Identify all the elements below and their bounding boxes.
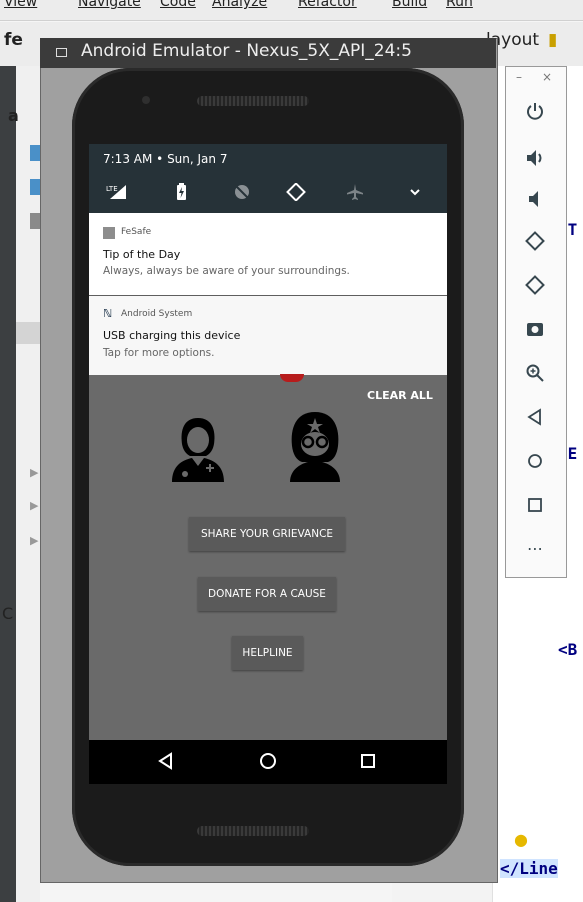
notification-text: Tap for more options. xyxy=(103,347,215,359)
menu-refactor[interactable]: Refactor xyxy=(298,0,357,10)
expand-arrow-icon[interactable]: ▶ xyxy=(30,466,38,479)
volume-up-icon[interactable] xyxy=(524,147,546,169)
fesafe-app-icon xyxy=(103,227,115,239)
rotate-right-icon[interactable] xyxy=(524,274,546,296)
top-speaker xyxy=(197,96,309,106)
tool-window-strip xyxy=(0,66,16,902)
front-camera-icon xyxy=(142,96,150,104)
auto-rotate-icon[interactable] xyxy=(285,182,307,202)
status-datetime: 7:13 AM • Sun, Jan 7 xyxy=(103,152,227,166)
power-icon[interactable] xyxy=(524,100,546,122)
menu-build[interactable]: Build xyxy=(392,0,427,10)
bottom-speaker xyxy=(197,826,309,836)
airplane-mode-icon[interactable] xyxy=(344,183,366,201)
donate-button[interactable]: DONATE FOR A CAUSE xyxy=(198,577,336,611)
home-icon[interactable] xyxy=(259,752,277,774)
folder-icon xyxy=(30,179,40,195)
more-icon[interactable]: ⋯ xyxy=(524,538,546,560)
notification-android-system[interactable]: ℕ Android System USB charging this devic… xyxy=(89,296,447,375)
notification-app-name: Android System xyxy=(121,309,193,319)
back-icon[interactable] xyxy=(524,406,546,428)
status-time: 7:13 AM xyxy=(103,152,153,166)
svg-text:LTE: LTE xyxy=(106,185,118,193)
menu-analyze[interactable]: Analyze xyxy=(212,0,267,10)
helpline-button[interactable]: HELPLINE xyxy=(232,636,303,670)
camera-icon[interactable] xyxy=(524,318,546,340)
close-icon[interactable]: × xyxy=(542,70,552,84)
app-content-dimmed xyxy=(89,374,447,740)
notification-fesafe[interactable]: FeSafe Tip of the Day Always, always be … xyxy=(89,213,447,295)
menu-run[interactable]: Run xyxy=(446,0,473,10)
xml-file-icon: ▮ xyxy=(548,30,558,50)
woman-doctor-icon[interactable] xyxy=(168,414,228,482)
volume-down-icon[interactable] xyxy=(524,188,546,210)
status-separator: • xyxy=(156,152,164,166)
zoom-icon[interactable] xyxy=(524,362,546,384)
folder-icon xyxy=(30,145,40,161)
home-icon[interactable] xyxy=(524,450,546,472)
battery-charging-icon[interactable] xyxy=(170,183,192,201)
emulator-titlebar[interactable]: Android Emulator - Nexus_5X_API_24:5 xyxy=(40,38,496,68)
project-pane: a ▶ ▶ ▶ C xyxy=(2,66,40,902)
expand-arrow-icon[interactable]: ▶ xyxy=(30,499,38,512)
menu-view[interactable]: View xyxy=(4,0,37,10)
back-icon[interactable] xyxy=(158,752,174,774)
breadcrumb-project[interactable]: fe xyxy=(4,30,23,50)
notification-text: Always, always be aware of your surround… xyxy=(103,265,350,277)
menu-code[interactable]: Code xyxy=(160,0,196,10)
menu-navigate[interactable]: Navigate xyxy=(78,0,141,10)
project-tree-item[interactable]: C xyxy=(2,604,13,623)
emulator-title: Android Emulator - Nexus_5X_API_24:5 xyxy=(81,41,412,61)
expand-arrow-icon[interactable]: ▶ xyxy=(30,534,38,547)
notification-title: USB charging this device xyxy=(103,329,241,342)
superwoman-icon[interactable] xyxy=(282,410,348,482)
status-date: Sun, Jan 7 xyxy=(167,152,228,166)
notification-app-name: FeSafe xyxy=(121,227,152,237)
lte-signal-icon[interactable]: LTE xyxy=(106,183,128,201)
window-menu-icon[interactable] xyxy=(56,48,67,57)
ide-menubar: View Navigate Code Analyze Refactor Buil… xyxy=(0,0,583,21)
minimize-icon[interactable]: – xyxy=(516,70,522,84)
recents-icon[interactable] xyxy=(360,752,376,774)
android-system-icon: ℕ xyxy=(103,307,113,320)
clear-all-button[interactable]: CLEAR ALL xyxy=(367,389,433,402)
selected-tree-row[interactable] xyxy=(16,322,40,344)
notification-title: Tip of the Day xyxy=(103,248,181,261)
lightbulb-icon[interactable]: ● xyxy=(514,830,528,849)
code-line-linearlayout-close[interactable]: </Line xyxy=(500,859,558,878)
expand-icon[interactable] xyxy=(404,183,426,201)
rotate-left-icon[interactable] xyxy=(524,230,546,252)
overview-icon[interactable] xyxy=(524,494,546,516)
folder-icon xyxy=(30,213,40,229)
project-tree-item[interactable]: a xyxy=(8,106,19,125)
do-not-disturb-icon[interactable] xyxy=(231,183,253,201)
share-grievance-button[interactable]: SHARE YOUR GRIEVANCE xyxy=(189,517,345,551)
code-line-button-tag[interactable]: <B xyxy=(558,640,577,659)
